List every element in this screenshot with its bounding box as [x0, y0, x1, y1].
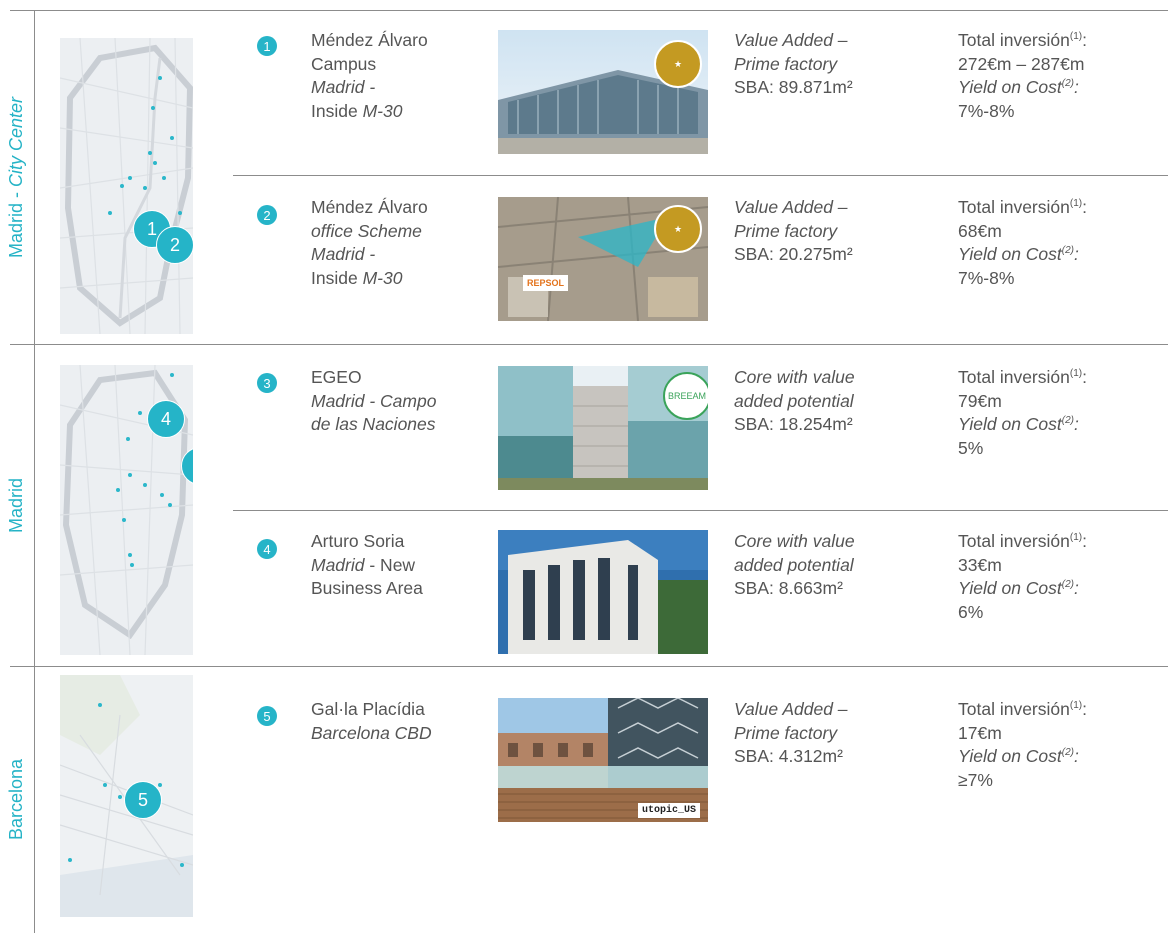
asset-category-line2: Prime factory: [734, 220, 838, 241]
asset-category: Value Added –: [734, 30, 848, 50]
asset-location: Madrid - Campo: [311, 390, 437, 411]
map-barcelona: 5: [60, 675, 193, 917]
asset-name-line2: Campus: [311, 53, 377, 74]
asset-category: Value Added –: [734, 699, 848, 719]
total-investment-label: Total inversión(1):: [958, 531, 1087, 551]
asset-investment-block: Total inversión(1): 272€m – 287€m Yield …: [958, 29, 1087, 123]
asset-location-line2: de las Naciones: [311, 414, 436, 434]
asset-name-block: Arturo Soria Madrid - New Business Area: [311, 530, 423, 601]
asset-photo-egeo: BREEAM: [498, 366, 708, 490]
row-rule-1-2: [233, 175, 1168, 176]
yield-on-cost-value: 7%-8%: [958, 267, 1015, 288]
asset-location: Barcelona CBD: [311, 722, 432, 743]
asset-category-block: Value Added – Prime factory SBA: 4.312m²: [734, 698, 848, 769]
asset-photo-arturo-soria: [498, 530, 708, 654]
asset-category-block: Value Added – Prime factory SBA: 89.871m…: [734, 29, 853, 100]
asset-photo-mendez-alvaro-office: REPSOL ★: [498, 197, 708, 321]
map-marker-4[interactable]: 4: [147, 400, 185, 438]
asset-investment-block: Total inversión(1): 79€m Yield on Cost(2…: [958, 366, 1087, 460]
asset-category-line2: added potential: [734, 554, 854, 575]
total-investment-label: Total inversión(1):: [958, 367, 1087, 387]
asset-number-badge: 3: [257, 373, 277, 393]
total-investment-label: Total inversión(1):: [958, 197, 1087, 217]
yield-on-cost-label: Yield on Cost(2):: [958, 414, 1079, 434]
asset-photo-mendez-alvaro-campus: ★: [498, 30, 708, 154]
asset-name: Méndez Álvaro: [311, 197, 428, 217]
total-investment-value: 33€m: [958, 554, 1002, 575]
asset-number-badge: 4: [257, 539, 277, 559]
row-rule-3-4: [233, 510, 1168, 511]
leed-certification-seal: ★: [654, 205, 702, 253]
total-investment-value: 79€m: [958, 390, 1002, 411]
yield-on-cost-value: 5%: [958, 437, 984, 458]
yield-on-cost-value: 6%: [958, 601, 984, 622]
asset-category-block: Core with value added potential SBA: 8.6…: [734, 530, 855, 601]
asset-number-badge: 2: [257, 205, 277, 225]
asset-name-block: Méndez Álvaro Campus Madrid - Inside M-3…: [311, 29, 428, 123]
asset-number-badge: 5: [257, 706, 277, 726]
asset-category: Core with value: [734, 531, 855, 551]
asset-sba: SBA: 8.663m²: [734, 578, 843, 598]
asset-location: Madrid -: [311, 77, 376, 97]
section-rule-barcelona: [10, 666, 1168, 667]
asset-location-line2: Inside M-30: [311, 267, 403, 288]
top-rule: [10, 10, 1168, 11]
asset-name: Gal·la Placídia: [311, 699, 425, 719]
yield-on-cost-label: Yield on Cost(2):: [958, 244, 1079, 264]
asset-category: Core with value: [734, 367, 855, 387]
region-label-madrid-city-center: Madrid - City Center: [6, 96, 27, 258]
region-label-madrid: Madrid: [6, 477, 27, 533]
asset-location: Madrid -: [311, 244, 376, 264]
asset-investment-block: Total inversión(1): 68€m Yield on Cost(2…: [958, 196, 1087, 290]
total-investment-value: 68€m: [958, 220, 1002, 241]
yield-on-cost-label: Yield on Cost(2):: [958, 578, 1079, 598]
asset-number-badge: 1: [257, 36, 277, 56]
map-madrid: 4 3: [60, 365, 193, 655]
map-marker-5[interactable]: 5: [124, 781, 162, 819]
yield-on-cost-value: 7%-8%: [958, 100, 1015, 121]
total-investment-label: Total inversión(1):: [958, 699, 1087, 719]
total-investment-value: 272€m – 287€m: [958, 53, 1085, 74]
asset-investment-block: Total inversión(1): 33€m Yield on Cost(2…: [958, 530, 1087, 624]
repsol-logo: REPSOL: [523, 275, 569, 291]
asset-name: EGEO: [311, 367, 362, 387]
asset-sba: SBA: 89.871m²: [734, 77, 853, 97]
asset-sba: SBA: 18.254m²: [734, 414, 853, 434]
asset-category-block: Value Added – Prime factory SBA: 20.275m…: [734, 196, 853, 267]
asset-name: Arturo Soria: [311, 531, 405, 551]
asset-category-line2: Prime factory: [734, 722, 838, 743]
yield-on-cost-label: Yield on Cost(2):: [958, 77, 1079, 97]
asset-location: Madrid - New: [311, 554, 416, 575]
asset-location-line2: Business Area: [311, 578, 423, 598]
asset-location-line2: Inside M-30: [311, 100, 403, 121]
total-investment-label: Total inversión(1):: [958, 30, 1087, 50]
asset-category: Value Added –: [734, 197, 848, 217]
yield-on-cost-label: Yield on Cost(2):: [958, 746, 1079, 766]
asset-investment-block: Total inversión(1): 17€m Yield on Cost(2…: [958, 698, 1087, 792]
asset-sba: SBA: 20.275m²: [734, 244, 853, 264]
map-marker-2[interactable]: 2: [156, 226, 193, 264]
map-madrid-city-center: 1 2: [60, 38, 193, 334]
asset-name: Méndez Álvaro: [311, 30, 428, 50]
region-divider: [34, 10, 35, 933]
asset-name-block: EGEO Madrid - Campo de las Naciones: [311, 366, 436, 437]
region-label-barcelona: Barcelona: [6, 758, 27, 841]
yield-on-cost-value: ≥7%: [958, 769, 993, 790]
asset-category-line2: added potential: [734, 390, 854, 411]
asset-name-block: Méndez Álvaro office Scheme Madrid - Ins…: [311, 196, 428, 290]
asset-category-line2: Prime factory: [734, 53, 838, 74]
asset-photo-galla-placidia: utopic_US: [498, 698, 708, 822]
total-investment-value: 17€m: [958, 722, 1002, 743]
section-rule-madrid: [10, 344, 1168, 345]
utopic-us-logo: utopic_US: [637, 803, 700, 818]
asset-name-block: Gal·la Placídia Barcelona CBD: [311, 698, 432, 745]
leed-certification-seal: ★: [654, 40, 702, 88]
asset-sba: SBA: 4.312m²: [734, 746, 843, 766]
asset-name-line2: office Scheme: [311, 220, 422, 241]
asset-category-block: Core with value added potential SBA: 18.…: [734, 366, 855, 437]
breeam-certification-seal: BREEAM: [663, 372, 708, 420]
